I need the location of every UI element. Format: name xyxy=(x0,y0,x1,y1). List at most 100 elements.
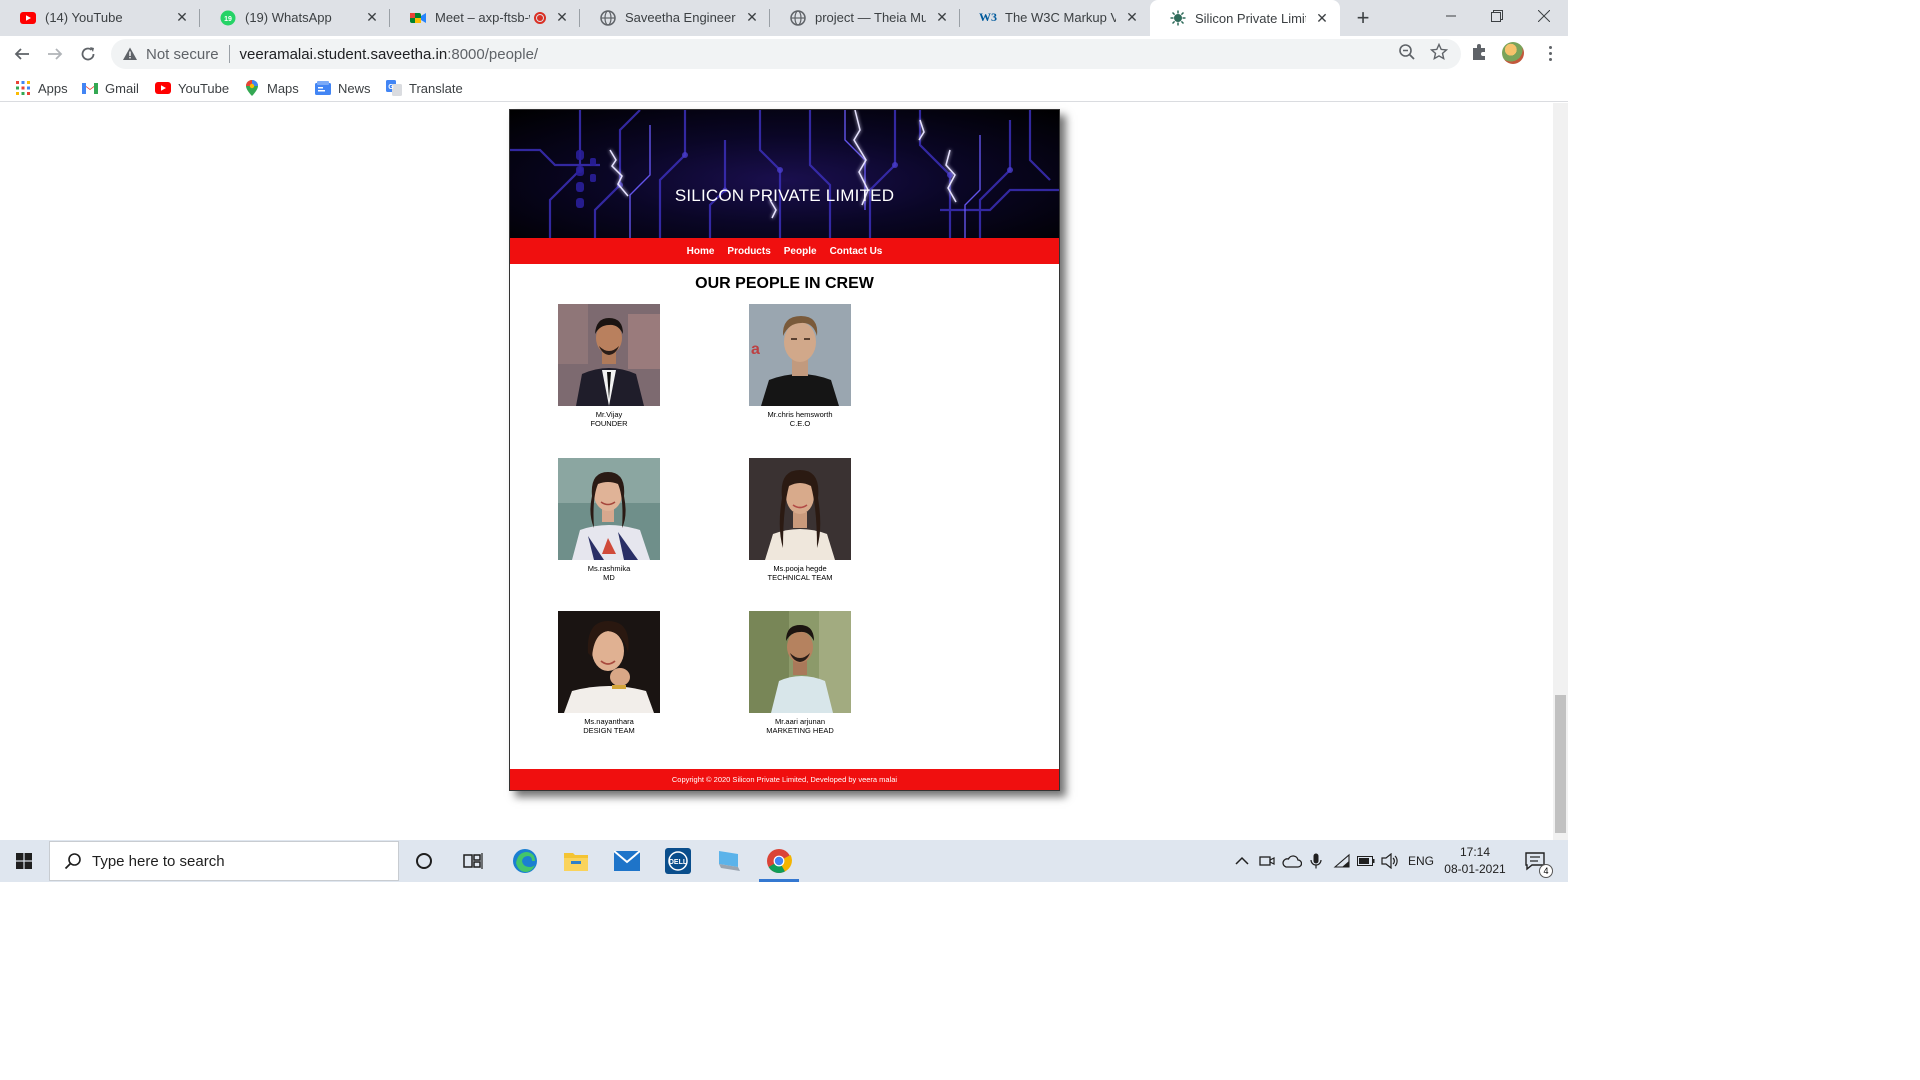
tab-whatsapp[interactable]: 19 (19) WhatsApp ✕ xyxy=(200,0,390,35)
nav-products[interactable]: Products xyxy=(721,246,777,257)
bookmark-maps[interactable]: Maps xyxy=(244,78,299,98)
chevron-up-icon xyxy=(1235,856,1249,865)
taskbar-this-pc[interactable] xyxy=(705,840,753,882)
person-name: Ms.rashmika xyxy=(587,564,631,573)
clock-date: 08-01-2021 xyxy=(1444,862,1506,876)
tab-silicon-active[interactable]: Silicon Private Limited ✕ xyxy=(1150,0,1340,36)
zoom-icon[interactable] xyxy=(1398,43,1416,61)
person-role: FOUNDER xyxy=(590,419,628,428)
bookmark-news[interactable]: News xyxy=(315,78,371,98)
close-icon[interactable]: ✕ xyxy=(174,9,190,26)
svg-text:19: 19 xyxy=(224,16,232,23)
page-heading: OUR PEOPLE IN CREW xyxy=(695,275,874,292)
tab-meet[interactable]: Meet – axp-ftsb-w ✕ xyxy=(390,0,580,35)
close-icon[interactable]: ✕ xyxy=(1124,9,1140,26)
search-icon xyxy=(64,853,81,870)
close-icon[interactable]: ✕ xyxy=(554,9,570,26)
notification-count-badge: 4 xyxy=(1539,864,1553,878)
tab-title: (14) YouTube xyxy=(45,10,123,25)
gmail-icon xyxy=(82,80,98,96)
browser-toolbar: Not secure veeramalai.student.saveetha.i… xyxy=(0,36,1568,72)
task-view-button[interactable] xyxy=(449,840,497,882)
taskbar-dell[interactable]: DELL xyxy=(654,840,702,882)
bookmark-translate[interactable]: G Translate xyxy=(386,78,463,98)
show-hidden-icons-button[interactable] xyxy=(1233,851,1251,871)
page-scrollbar[interactable] xyxy=(1553,103,1568,840)
bookmark-apps[interactable]: Apps xyxy=(15,78,68,98)
person-role: TECHNICAL TEAM xyxy=(767,573,833,582)
nav-contact-us[interactable]: Contact Us xyxy=(823,246,889,257)
news-icon xyxy=(315,80,331,96)
close-icon[interactable]: ✕ xyxy=(744,9,760,26)
restore-button[interactable] xyxy=(1474,0,1520,32)
minimize-button[interactable] xyxy=(1428,0,1474,32)
cortana-circle-icon xyxy=(416,853,432,869)
task-view-icon xyxy=(463,853,483,869)
svg-text:a: a xyxy=(751,341,760,358)
speaker-icon xyxy=(1381,853,1398,869)
search-placeholder: Type here to search xyxy=(92,852,225,870)
taskbar-clock[interactable]: 17:14 08-01-2021 xyxy=(1440,844,1510,878)
tray-onedrive[interactable] xyxy=(1281,851,1303,871)
back-button[interactable] xyxy=(10,42,34,66)
extensions-puzzle-icon[interactable] xyxy=(1470,42,1490,62)
close-icon[interactable]: ✕ xyxy=(1314,10,1330,26)
reload-icon xyxy=(81,47,95,61)
forward-button[interactable] xyxy=(43,42,67,66)
tray-volume[interactable] xyxy=(1380,851,1400,871)
tray-microphone[interactable] xyxy=(1307,851,1325,871)
microphone-icon xyxy=(1310,853,1322,869)
forward-arrow-icon xyxy=(48,48,63,60)
close-window-button[interactable] xyxy=(1521,0,1567,32)
person-photo xyxy=(558,458,660,560)
bookmark-youtube[interactable]: YouTube xyxy=(155,78,229,98)
close-icon[interactable]: ✕ xyxy=(364,9,380,26)
bookmark-label: Apps xyxy=(38,80,68,96)
tab-saveetha[interactable]: Saveetha Engineering C ✕ xyxy=(580,0,770,35)
bookmark-label: Translate xyxy=(409,80,463,96)
security-label[interactable]: Not secure xyxy=(146,46,219,63)
svg-text:DELL: DELL xyxy=(669,859,688,866)
bookmark-gmail[interactable]: Gmail xyxy=(82,78,139,98)
taskbar-file-explorer[interactable] xyxy=(552,840,600,882)
tray-battery[interactable] xyxy=(1356,851,1376,871)
google-meet-icon xyxy=(410,10,426,26)
bookmark-star-icon[interactable] xyxy=(1430,43,1448,61)
tab-youtube[interactable]: (14) YouTube ✕ xyxy=(0,0,200,35)
tray-wifi[interactable] xyxy=(1332,851,1352,871)
person-role: DESIGN TEAM xyxy=(583,726,635,735)
virus-gear-icon xyxy=(1170,10,1186,26)
video-camera-icon xyxy=(1259,856,1275,866)
translate-icon: G xyxy=(386,80,402,96)
profile-avatar[interactable] xyxy=(1502,42,1524,64)
circuit-board-graphic xyxy=(510,110,1059,238)
person-card: a Mr.chris hemsworth C.E.O xyxy=(749,304,851,428)
browser-menu-icon[interactable] xyxy=(1540,42,1560,64)
taskbar-edge[interactable] xyxy=(501,840,549,882)
taskbar-search[interactable]: Type here to search xyxy=(49,841,399,881)
taskbar-chrome[interactable] xyxy=(755,840,803,882)
url-host: veeramalai.student.saveetha.in xyxy=(239,45,448,63)
reload-button[interactable] xyxy=(76,42,100,66)
close-icon[interactable]: ✕ xyxy=(934,9,950,26)
url-path: :8000/people/ xyxy=(447,45,539,63)
address-bar[interactable]: Not secure veeramalai.student.saveetha.i… xyxy=(111,39,1461,69)
taskbar-mail[interactable] xyxy=(603,840,651,882)
person-name: Mr.Vijay xyxy=(595,410,623,419)
tab-w3c-validator[interactable]: W3 The W3C Markup Valid ✕ xyxy=(960,0,1150,35)
whatsapp-icon: 19 xyxy=(220,10,236,26)
start-button[interactable] xyxy=(0,840,48,882)
tab-theia[interactable]: project — Theia Multi-l ✕ xyxy=(770,0,960,35)
tray-language[interactable]: ENG xyxy=(1404,851,1438,871)
computer-icon xyxy=(719,851,740,871)
w3c-icon: W3 xyxy=(979,10,997,24)
cortana-button[interactable] xyxy=(400,840,448,882)
tray-meet-now[interactable] xyxy=(1258,851,1276,871)
person-name: Mr.chris hemsworth xyxy=(767,410,833,419)
nav-people[interactable]: People xyxy=(777,246,823,257)
scrollbar-thumb[interactable] xyxy=(1555,695,1566,833)
new-tab-button[interactable]: + xyxy=(1351,5,1375,30)
tab-title: Saveetha Engineering C xyxy=(625,10,736,25)
person-card: Mr.aari arjunan MARKETING HEAD xyxy=(749,611,851,735)
nav-home[interactable]: Home xyxy=(680,246,721,257)
